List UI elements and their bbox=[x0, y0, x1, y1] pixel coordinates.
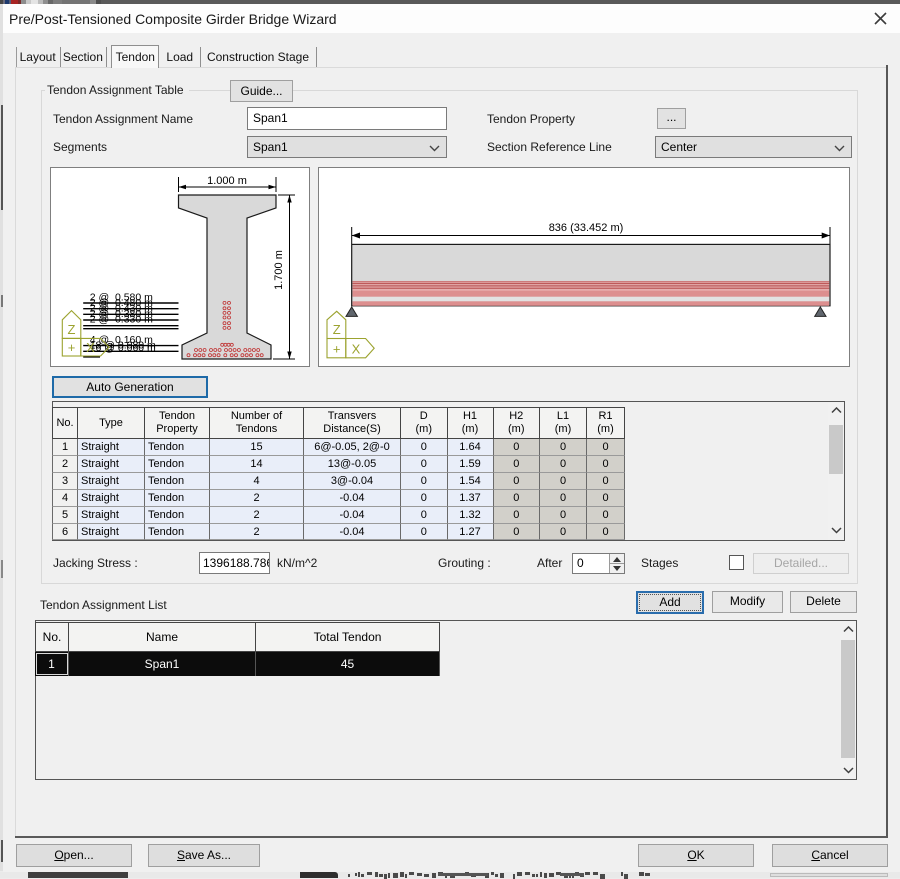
svg-text:Z: Z bbox=[68, 322, 76, 337]
svg-text:836 (33.452 m): 836 (33.452 m) bbox=[549, 222, 624, 234]
svg-text:16 @ 0.060 m: 16 @ 0.060 m bbox=[90, 342, 156, 354]
svg-text:2 @ 0.330 m: 2 @ 0.330 m bbox=[90, 314, 153, 326]
svg-text:Z: Z bbox=[333, 322, 341, 337]
svg-text:+: + bbox=[333, 342, 341, 357]
svg-text:1.700 m: 1.700 m bbox=[273, 250, 285, 290]
svg-text:1.000 m: 1.000 m bbox=[207, 175, 247, 187]
svg-text:+: + bbox=[68, 340, 76, 355]
svg-text:X: X bbox=[352, 342, 361, 357]
svg-text:X: X bbox=[86, 340, 95, 355]
